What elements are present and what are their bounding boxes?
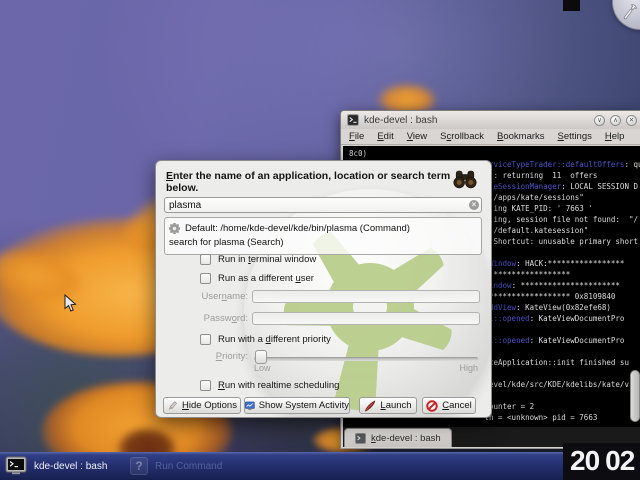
button-label: Launch: [380, 400, 411, 411]
result-text: Default: /home/kde-devel/kde/bin/plasma …: [185, 223, 410, 234]
priority-slider-handle[interactable]: [255, 350, 267, 364]
terminal-tab-icon: [355, 433, 366, 444]
password-field[interactable]: [252, 312, 480, 325]
digital-clock[interactable]: 20 02: [570, 444, 634, 478]
mouse-cursor: [64, 294, 77, 313]
task-label: kde-devel : bash: [34, 461, 107, 472]
taskbar-item-konsole[interactable]: kde-devel : bash: [5, 452, 107, 480]
checkbox-label: Run as a different user: [218, 273, 314, 284]
terminal-line: 8c0): [349, 148, 640, 159]
checkbox-label: Run with realtime scheduling: [218, 380, 339, 391]
question-icon: ?: [130, 457, 148, 475]
desktop: kde-devel : bash ∨ ∧ ✕ File Edit View Sc…: [0, 0, 640, 480]
priority-low-label: Low: [254, 363, 271, 373]
clear-input-icon[interactable]: ×: [469, 200, 479, 210]
priority-label: Priority:: [156, 351, 248, 362]
konsole-titlebar[interactable]: kde-devel : bash ∨ ∧ ✕: [341, 111, 640, 129]
wrench-icon: [621, 4, 637, 22]
checkbox-box: [200, 273, 211, 284]
username-label: Username:: [156, 291, 248, 302]
result-item-command[interactable]: Default: /home/kde-devel/kde/bin/plasma …: [169, 221, 477, 235]
hide-options-button[interactable]: Hide Options: [163, 397, 241, 414]
close-button[interactable]: ✕: [626, 115, 637, 126]
caption-buttons: ∨ ∧ ✕: [594, 115, 637, 126]
checkbox-label: Run in terminal window: [218, 254, 316, 265]
terminal-scrollbar[interactable]: [630, 370, 640, 422]
quill-launch-icon: [364, 400, 376, 412]
result-item-search[interactable]: search for plasma (Search): [169, 235, 477, 249]
result-list: Default: /home/kde-devel/kde/bin/plasma …: [164, 217, 482, 255]
button-label: Show System Activity: [259, 400, 349, 411]
minimize-button[interactable]: ∨: [594, 115, 605, 126]
clock-minutes: 02: [605, 444, 634, 478]
username-field[interactable]: [252, 290, 480, 303]
checkbox-label: Run with a different priority: [218, 334, 331, 345]
cancel-icon: [426, 400, 438, 412]
checkbox-different-priority[interactable]: Run with a different priority: [200, 334, 331, 345]
menu-settings[interactable]: Settings: [558, 131, 592, 142]
window-title: kde-devel : bash: [364, 115, 437, 126]
launch-button[interactable]: Launch: [359, 397, 417, 414]
priority-high-label: High: [459, 363, 478, 373]
checkbox-run-in-terminal[interactable]: Run in terminal window: [200, 254, 316, 265]
checkbox-box: [200, 380, 211, 391]
menu-scrollback[interactable]: Scrollback: [440, 131, 484, 142]
priority-slider[interactable]: [254, 357, 478, 361]
pencil-icon: [167, 400, 178, 412]
gear-icon: [169, 223, 180, 234]
tab-label: kde-devel : bash: [371, 433, 441, 444]
menu-edit[interactable]: Edit: [377, 131, 393, 142]
desktop-black-fragment: [563, 0, 580, 11]
task-label: Run Command: [155, 461, 222, 472]
menu-help[interactable]: Help: [605, 131, 625, 142]
checkbox-realtime[interactable]: Run with realtime scheduling: [200, 380, 339, 391]
button-label: Hide Options: [182, 400, 237, 411]
menu-file[interactable]: File: [349, 131, 364, 142]
menu-bookmarks[interactable]: Bookmarks: [497, 131, 545, 142]
tab-kde-devel-bash[interactable]: kde-devel : bash: [344, 428, 452, 447]
result-text: search for plasma (Search): [169, 237, 284, 248]
clock-hours: 20: [570, 444, 599, 478]
menu-view[interactable]: View: [407, 131, 427, 142]
taskbar-item-run-command[interactable]: ? Run Command: [130, 452, 222, 480]
checkbox-run-as-user[interactable]: Run as a different user: [200, 273, 314, 284]
password-label: Password:: [156, 313, 248, 324]
konsole-menubar: File Edit View Scrollback Bookmarks Sett…: [341, 129, 640, 145]
binoculars-icon: [450, 168, 480, 190]
checkbox-box: [200, 254, 211, 265]
cancel-button[interactable]: Cancel: [422, 397, 476, 414]
checkbox-box: [200, 334, 211, 345]
maximize-button[interactable]: ∧: [610, 115, 621, 126]
button-label: Cancel: [442, 400, 472, 411]
terminal-icon: [5, 455, 27, 477]
run-command-dialog: Enter the name of an application, locati…: [155, 160, 492, 418]
command-input[interactable]: [164, 197, 482, 213]
show-system-activity-button[interactable]: Show System Activity: [244, 397, 350, 414]
taskbar-panel: kde-devel : bash ? Run Command: [0, 452, 640, 480]
dialog-prompt-text: Enter the name of an application, locati…: [166, 170, 456, 194]
system-monitor-icon: [245, 400, 255, 412]
terminal-window-icon: [347, 114, 359, 126]
